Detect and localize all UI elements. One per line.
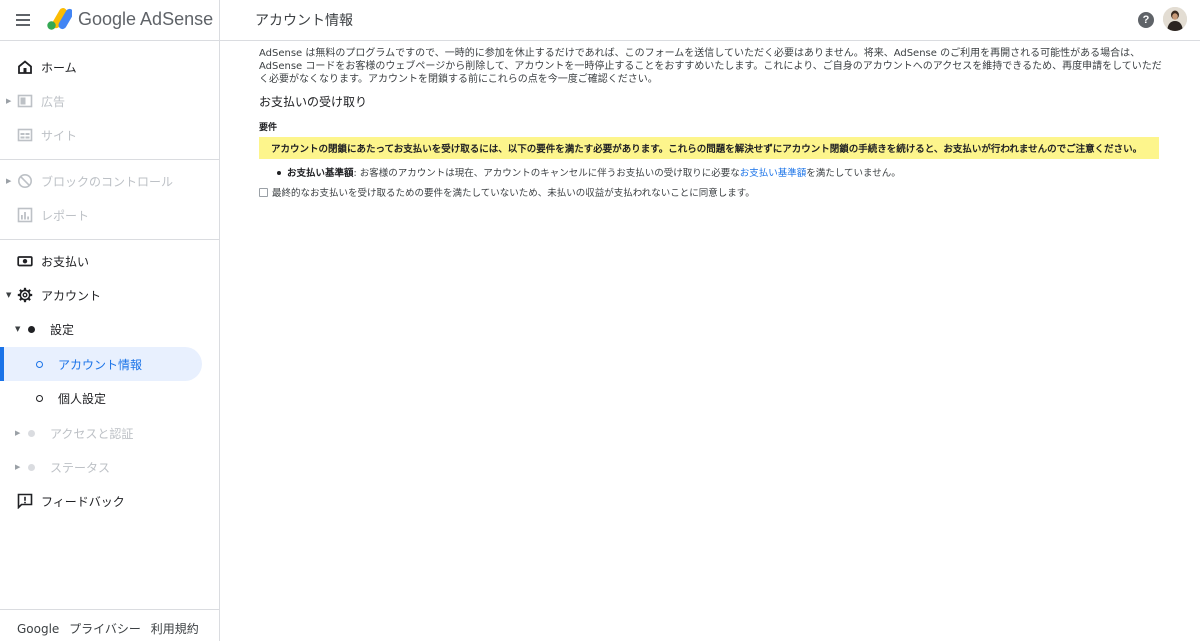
- page-title: アカウント情報: [255, 13, 353, 29]
- bullet-ring-icon: [36, 395, 43, 402]
- bullet-ring-icon: [36, 361, 43, 368]
- adsense-logo-icon: [47, 8, 72, 30]
- sidebar-label-blocking: ブロックのコントロール: [41, 175, 174, 189]
- block-icon: [18, 174, 32, 188]
- sidebar-label-payments: お支払い: [41, 255, 90, 269]
- avatar[interactable]: [1163, 7, 1187, 31]
- agree-label[interactable]: 最終的なお支払いを受け取るための要件を満たしていないため、未払いの収益が支払われ…: [272, 188, 755, 199]
- section-title: お支払いの受け取り: [259, 95, 368, 109]
- brand-name[interactable]: Google AdSense: [78, 9, 213, 30]
- bullet-dot-icon: [28, 464, 35, 471]
- sidebar-item-home[interactable]: ホーム: [0, 51, 210, 83]
- bullet-dot-icon: [28, 430, 35, 437]
- bullet-dot-icon: [277, 170, 281, 175]
- active-indicator: [0, 347, 4, 381]
- sidebar-item-reports[interactable]: レポート: [0, 199, 210, 231]
- sidebar-label-personal-settings: 個人設定: [58, 392, 107, 406]
- requirement-text: : お客様のアカウントは現在、アカウントのキャンセルに伴うお支払いの受け取りに必…: [353, 168, 740, 179]
- sidebar-divider: [0, 609, 220, 610]
- sidebar-label-reports: レポート: [41, 209, 90, 223]
- sidebar-label-feedback: フィードバック: [41, 495, 125, 509]
- main-content: AdSense は無料のプログラムですので、一時的に参加を休止するだけであれば、…: [259, 47, 1164, 199]
- sidebar-label-account-info: アカウント情報: [58, 358, 143, 372]
- requirement-item: お支払い基準額: お客様のアカウントは現在、アカウントのキャンセルに伴うお支払い…: [259, 165, 1164, 179]
- gear-icon: [17, 287, 33, 303]
- user-photo-icon: [1163, 7, 1187, 31]
- payment-threshold-link[interactable]: お支払い基準額: [740, 168, 807, 179]
- sidebar-label-ads: 広告: [41, 95, 66, 109]
- caret-right-icon: ▶: [15, 463, 21, 471]
- agree-row: 最終的なお支払いを受け取るための要件を満たしていないため、未払いの収益が支払われ…: [259, 185, 1164, 199]
- caret-right-icon: ▶: [15, 429, 21, 437]
- header-divider: [219, 0, 220, 40]
- sidebar-label-settings: 設定: [50, 323, 75, 337]
- sidebar-label-home: ホーム: [41, 61, 77, 75]
- sidebar-item-access[interactable]: ▶ アクセスと認証: [0, 417, 210, 449]
- help-icon[interactable]: ?: [1138, 12, 1154, 28]
- menu-icon[interactable]: [10, 8, 38, 32]
- agree-checkbox[interactable]: [259, 188, 268, 197]
- caret-down-icon: ▼: [15, 325, 21, 333]
- sidebar-label-status: ステータス: [50, 461, 111, 475]
- caret-right-icon: ▶: [6, 97, 12, 105]
- requirement-text-end: を満たしていません。: [806, 168, 901, 179]
- sidebar-item-account[interactable]: ▼ アカウント: [0, 279, 210, 311]
- sidebar-item-ads[interactable]: ▶ 広告: [0, 85, 210, 117]
- caret-right-icon: ▶: [6, 177, 12, 185]
- footer-google-link[interactable]: Google: [17, 622, 59, 636]
- home-icon: [18, 60, 32, 74]
- sidebar-divider: [0, 159, 220, 160]
- footer-terms-link[interactable]: 利用規約: [151, 622, 199, 636]
- sidebar-item-feedback[interactable]: フィードバック: [0, 485, 210, 517]
- requirements-title: 要件: [259, 123, 278, 133]
- sidebar-item-status[interactable]: ▶ ステータス: [0, 451, 210, 483]
- sidebar-label-account: アカウント: [41, 289, 102, 303]
- ads-icon: [17, 94, 33, 108]
- sidebar-item-payments[interactable]: お支払い: [0, 245, 210, 277]
- sidebar-footer: Google プライバシー 利用規約: [17, 620, 205, 637]
- feedback-icon: [17, 493, 33, 509]
- sidebar-divider: [0, 239, 220, 240]
- warning-banner: アカウントの閉鎖にあたってお支払いを受け取るには、以下の要件を満たす必要がありま…: [259, 137, 1159, 159]
- requirement-label: お支払い基準額: [287, 168, 354, 179]
- sites-icon: [17, 128, 33, 142]
- intro-text: AdSense は無料のプログラムですので、一時的に参加を休止するだけであれば、…: [259, 48, 1162, 85]
- footer-privacy-link[interactable]: プライバシー: [69, 622, 141, 636]
- sidebar-item-account-info[interactable]: アカウント情報: [0, 347, 202, 381]
- sidebar-nav: ホーム ▶ 広告 サイト ▶ ブロックのコントロール レポート お支払い ▼ ア…: [0, 41, 220, 641]
- payments-icon: [17, 256, 33, 267]
- bullet-dot-icon: [28, 326, 35, 333]
- caret-down-icon: ▼: [6, 291, 12, 299]
- reports-icon: [17, 207, 33, 223]
- sidebar-label-sites: サイト: [41, 129, 78, 143]
- sidebar-item-sites[interactable]: サイト: [0, 119, 210, 151]
- sidebar-item-personal-settings[interactable]: 個人設定: [0, 382, 210, 414]
- sidebar-item-settings[interactable]: ▼ 設定: [0, 313, 210, 345]
- sidebar-item-blocking[interactable]: ▶ ブロックのコントロール: [0, 165, 210, 197]
- top-app-bar: Google AdSense アカウント情報 ?: [0, 0, 1200, 41]
- sidebar-label-access: アクセスと認証: [50, 427, 134, 441]
